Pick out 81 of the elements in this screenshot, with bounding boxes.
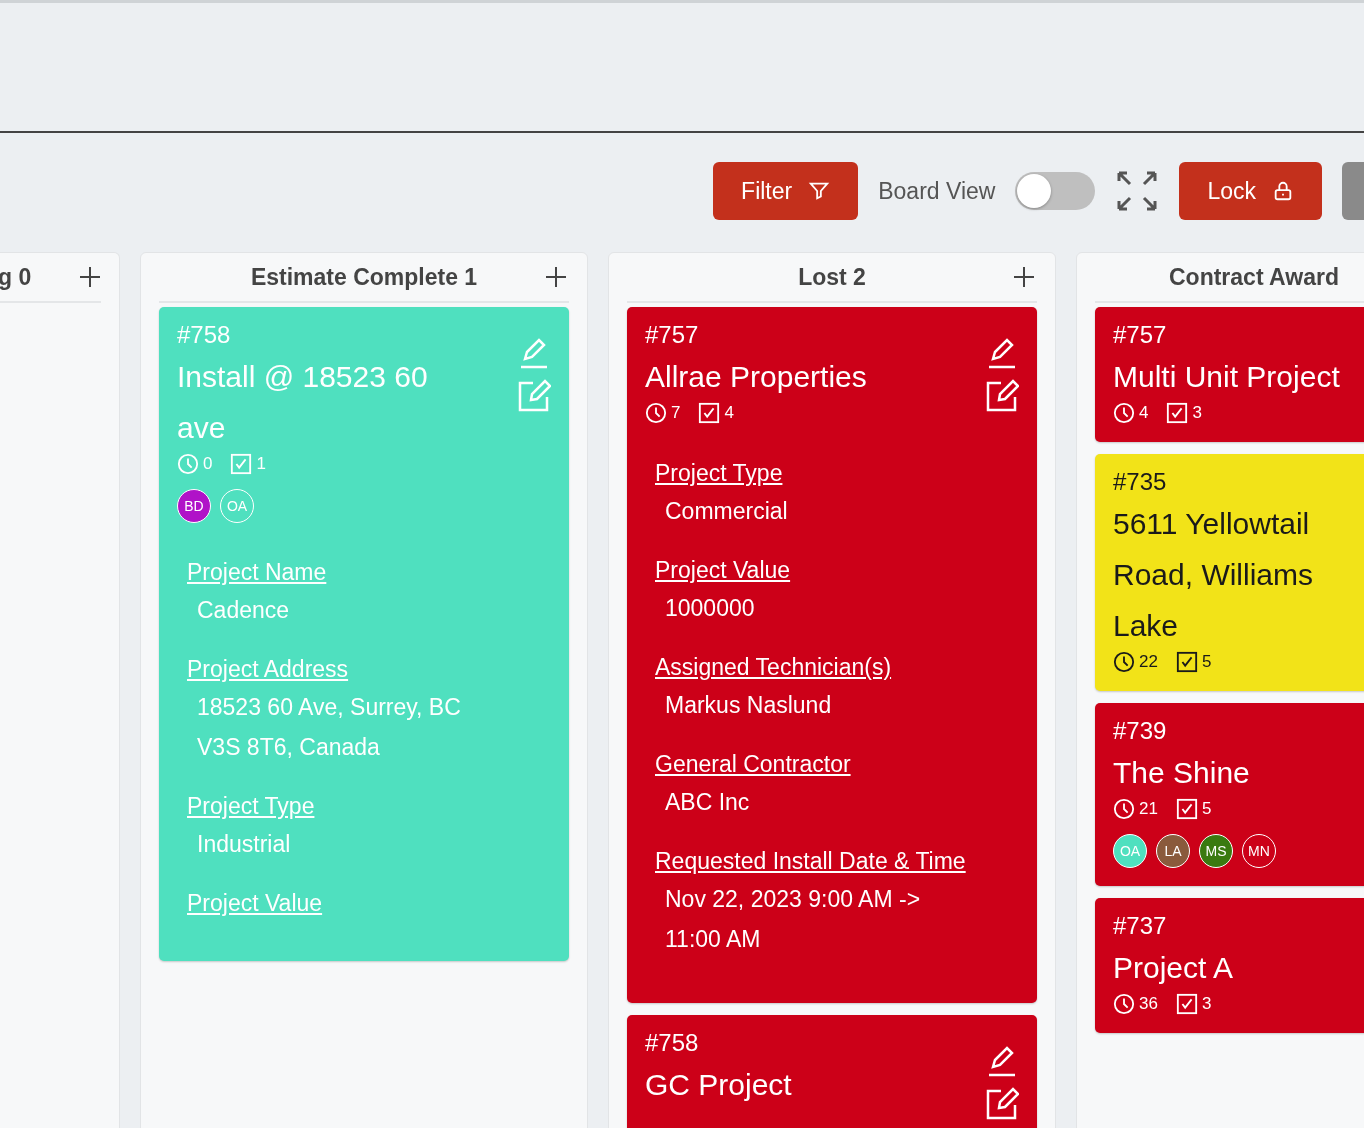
card-number: #758	[645, 1029, 700, 1057]
field-label: Project Value	[187, 890, 324, 917]
card-title: 5611 Yellowtail Road, Williams Lake	[1113, 506, 1315, 644]
clock-icon	[177, 453, 199, 475]
checkbox-icon	[1175, 993, 1198, 1015]
project-card[interactable]: #758 Install @ 18523 60 ave 0 1 BD OA Project Name Cadence Project Address 18523 60 Ave, Surrey, BC V3S 8T6, Canada Project Type Industrial Project Value	[159, 307, 569, 961]
add-icon[interactable]	[1013, 266, 1035, 288]
column-title: Estimate Complete 1	[250, 263, 478, 291]
board-view-label: Board View	[878, 177, 996, 205]
field-value: Industrial	[196, 830, 292, 859]
task-count: 5	[1201, 652, 1212, 672]
field-value: Cadence	[196, 596, 291, 625]
task-count: 3	[1192, 403, 1202, 423]
time-count: 22	[1139, 652, 1158, 672]
field-value: 18523 60 Ave, Surrey, BC V3S 8T6, Canada	[196, 693, 462, 762]
lock-icon	[1272, 180, 1294, 202]
project-card[interactable]: #757 Allrae Properties 7 4 Project Type Commercial Project Value 1000000 Assigned Technician(s) Markus Naslund General Contractor ABC Inc Requested Install Date & Time Nov 22, 2023 9:00 AM -> 11:00 AM	[627, 307, 1037, 1003]
field-value: ABC Inc	[664, 788, 751, 817]
task-count: 5	[1201, 799, 1212, 819]
card-title: Project A	[1113, 950, 1234, 986]
time-count: 0	[203, 454, 213, 474]
card-title: Multi Unit Project	[1113, 359, 1340, 395]
project-card[interactable]: #737 Project A 36 3	[1095, 898, 1364, 1033]
avatar[interactable]: MN	[1242, 834, 1276, 868]
card-number: #758	[177, 321, 232, 349]
field-label: Project Type	[655, 460, 784, 487]
time-count: 21	[1139, 799, 1158, 819]
project-card[interactable]: #739 The Shine 21 5 OA LA MS MN	[1095, 703, 1364, 886]
time-count: 7	[671, 403, 681, 423]
card-title: Install @ 18523 60 ave	[177, 359, 429, 446]
expand-icon[interactable]	[1115, 169, 1160, 213]
project-card[interactable]: #735 5611 Yellowtail Road, Williams Lake 22 5	[1095, 454, 1364, 691]
checkbox-icon	[230, 453, 253, 475]
lock-button[interactable]: Lock	[1179, 162, 1322, 220]
clock-icon	[1113, 993, 1135, 1015]
field-value: Commercial	[664, 497, 789, 526]
clock-icon	[1113, 651, 1135, 673]
field-label: Project Value	[655, 557, 792, 584]
project-card[interactable]: #757 Multi Unit Project 4 3	[1095, 307, 1364, 442]
clock-icon	[645, 402, 667, 424]
add-icon[interactable]	[79, 266, 101, 288]
task-count: 3	[1201, 994, 1212, 1014]
clock-icon	[1113, 798, 1135, 820]
field-value: Nov 22, 2023 9:00 AM -> 11:00 AM	[664, 885, 922, 954]
avatar[interactable]: LA	[1156, 834, 1190, 868]
field-value: 1000000	[664, 594, 756, 623]
field-label: Project Address	[187, 656, 350, 683]
checkbox-icon	[1166, 402, 1189, 424]
field-label: Project Name	[187, 559, 328, 586]
card-title: GC Project	[645, 1067, 792, 1103]
card-title: Allrae Properties	[645, 359, 867, 395]
card-number: #739	[1113, 717, 1168, 745]
time-count: 4	[1139, 403, 1149, 423]
avatar[interactable]: MS	[1199, 834, 1233, 868]
checkbox-icon	[1175, 798, 1198, 820]
task-count: 4	[724, 403, 734, 423]
column-title: Lost 2	[798, 263, 866, 291]
field-label: Assigned Technician(s)	[655, 654, 893, 681]
edit-icon[interactable]	[985, 379, 1019, 413]
column-title: Contract Award	[1169, 263, 1339, 291]
field-label: General Contractor	[655, 751, 852, 778]
add-icon[interactable]	[545, 266, 567, 288]
field-value: Markus Naslund	[664, 691, 833, 720]
board-view-toggle[interactable]	[1015, 172, 1096, 210]
card-title: The Shine	[1113, 755, 1251, 791]
avatar[interactable]: BD	[177, 489, 211, 523]
edit-icon[interactable]	[985, 1087, 1019, 1121]
clock-icon	[1113, 402, 1135, 424]
filter-icon	[808, 180, 831, 202]
checkbox-icon	[1175, 651, 1198, 673]
field-label: Requested Install Date & Time	[655, 848, 967, 875]
filter-button[interactable]: Filter	[713, 162, 859, 220]
time-count: 36	[1139, 994, 1158, 1014]
card-number: #757	[645, 321, 700, 349]
card-number: #757	[1113, 321, 1168, 349]
project-card[interactable]: #758 GC Project	[627, 1015, 1037, 1128]
task-count: 1	[256, 454, 266, 474]
card-number: #737	[1113, 912, 1168, 940]
card-number: #735	[1113, 468, 1168, 496]
field-label: Project Type	[187, 793, 316, 820]
checkbox-icon	[698, 402, 721, 424]
